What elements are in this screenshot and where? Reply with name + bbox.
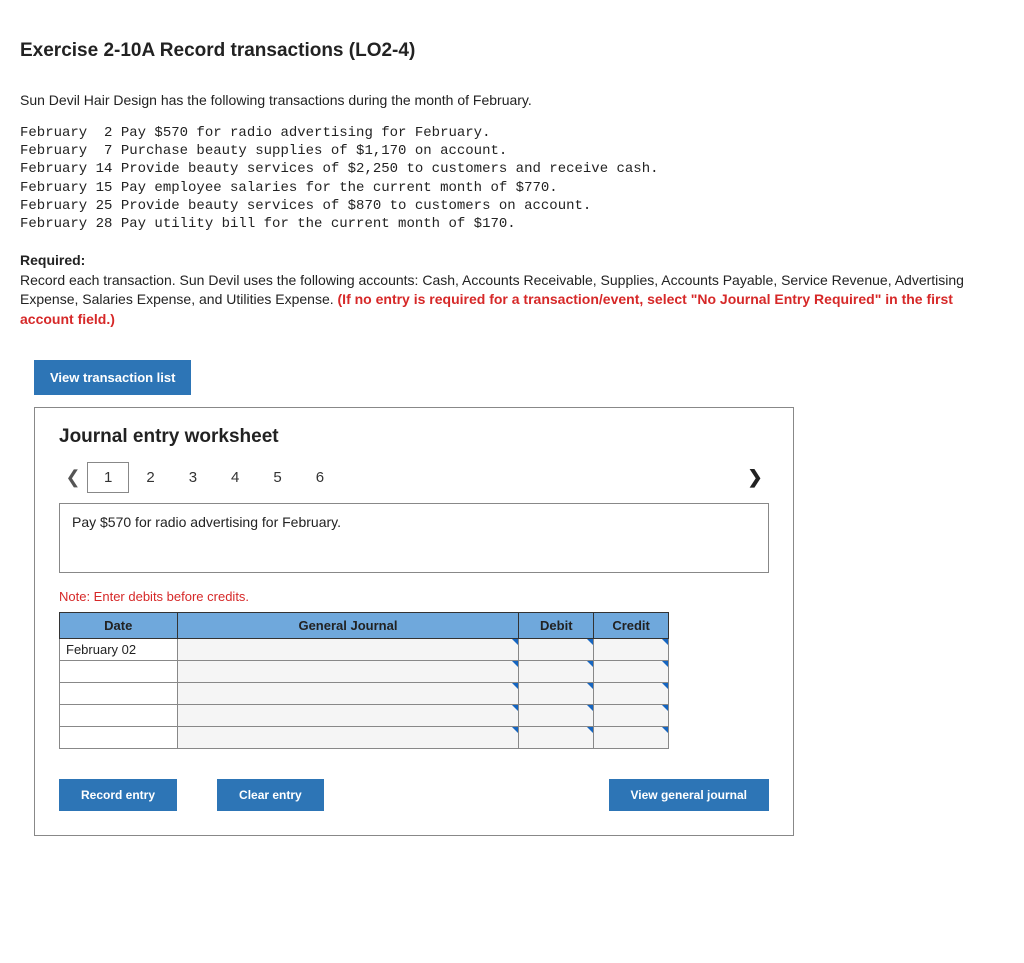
- table-header-row: Date General Journal Debit Credit: [60, 612, 669, 638]
- dropdown-icon[interactable]: [587, 727, 593, 733]
- exercise-title: Exercise 2-10A Record transactions (LO2-…: [20, 40, 1004, 62]
- debit-cell[interactable]: [519, 682, 594, 704]
- dropdown-icon[interactable]: [587, 661, 593, 667]
- date-cell[interactable]: February 02: [60, 638, 178, 660]
- debit-cell[interactable]: [519, 638, 594, 660]
- intro-text: Sun Devil Hair Design has the following …: [20, 92, 1004, 108]
- worksheet-panel: Journal entry worksheet ❮ 1 2 3 4 5 6 ❯ …: [34, 407, 794, 836]
- credit-cell[interactable]: [594, 682, 669, 704]
- journal-cell[interactable]: [177, 704, 519, 726]
- col-debit-header: Debit: [519, 612, 594, 638]
- journal-cell[interactable]: [177, 638, 519, 660]
- credit-cell[interactable]: [594, 638, 669, 660]
- button-row: Record entry Clear entry View general jo…: [59, 779, 769, 811]
- dropdown-icon[interactable]: [587, 683, 593, 689]
- journal-cell[interactable]: [177, 660, 519, 682]
- worksheet-title: Journal entry worksheet: [59, 426, 769, 448]
- record-entry-button[interactable]: Record entry: [59, 779, 177, 811]
- dropdown-icon[interactable]: [512, 639, 518, 645]
- note-text: Note: Enter debits before credits.: [59, 589, 769, 604]
- required-label: Required:: [20, 252, 85, 268]
- col-date-header: Date: [60, 612, 178, 638]
- dropdown-icon[interactable]: [512, 727, 518, 733]
- date-cell[interactable]: [60, 726, 178, 748]
- debit-cell[interactable]: [519, 726, 594, 748]
- transaction-description: Pay $570 for radio advertising for Febru…: [59, 503, 769, 573]
- required-block: Required: Record each transaction. Sun D…: [20, 251, 1004, 329]
- view-general-journal-button[interactable]: View general journal: [609, 779, 769, 811]
- debit-cell[interactable]: [519, 660, 594, 682]
- table-row: February 02: [60, 638, 669, 660]
- journal-entry-table: Date General Journal Debit Credit Februa…: [59, 612, 669, 749]
- tab-5[interactable]: 5: [256, 462, 298, 493]
- journal-cell[interactable]: [177, 726, 519, 748]
- dropdown-icon[interactable]: [662, 705, 668, 711]
- dropdown-icon[interactable]: [587, 639, 593, 645]
- credit-cell[interactable]: [594, 726, 669, 748]
- table-row: [60, 682, 669, 704]
- tab-4[interactable]: 4: [214, 462, 256, 493]
- debit-cell[interactable]: [519, 704, 594, 726]
- table-row: [60, 726, 669, 748]
- next-chevron-icon[interactable]: ❯: [741, 467, 769, 488]
- transactions-list: February 2 Pay $570 for radio advertisin…: [20, 124, 1004, 233]
- tabs-container: 1 2 3 4 5 6: [87, 462, 341, 493]
- date-cell[interactable]: [60, 704, 178, 726]
- dropdown-icon[interactable]: [512, 683, 518, 689]
- dropdown-icon[interactable]: [662, 639, 668, 645]
- view-transaction-list-button[interactable]: View transaction list: [34, 360, 191, 395]
- dropdown-icon[interactable]: [512, 705, 518, 711]
- col-journal-header: General Journal: [177, 612, 519, 638]
- dropdown-icon[interactable]: [662, 661, 668, 667]
- table-row: [60, 660, 669, 682]
- credit-cell[interactable]: [594, 704, 669, 726]
- tab-2[interactable]: 2: [129, 462, 171, 493]
- credit-cell[interactable]: [594, 660, 669, 682]
- prev-chevron-icon[interactable]: ❮: [59, 467, 87, 488]
- table-row: [60, 704, 669, 726]
- col-credit-header: Credit: [594, 612, 669, 638]
- dropdown-icon[interactable]: [587, 705, 593, 711]
- dropdown-icon[interactable]: [662, 683, 668, 689]
- tab-6[interactable]: 6: [299, 462, 341, 493]
- tab-3[interactable]: 3: [172, 462, 214, 493]
- journal-cell[interactable]: [177, 682, 519, 704]
- date-cell[interactable]: [60, 682, 178, 704]
- tab-1[interactable]: 1: [87, 462, 129, 493]
- clear-entry-button[interactable]: Clear entry: [217, 779, 324, 811]
- dropdown-icon[interactable]: [662, 727, 668, 733]
- dropdown-icon[interactable]: [512, 661, 518, 667]
- date-cell[interactable]: [60, 660, 178, 682]
- tab-row: ❮ 1 2 3 4 5 6 ❯: [59, 462, 769, 493]
